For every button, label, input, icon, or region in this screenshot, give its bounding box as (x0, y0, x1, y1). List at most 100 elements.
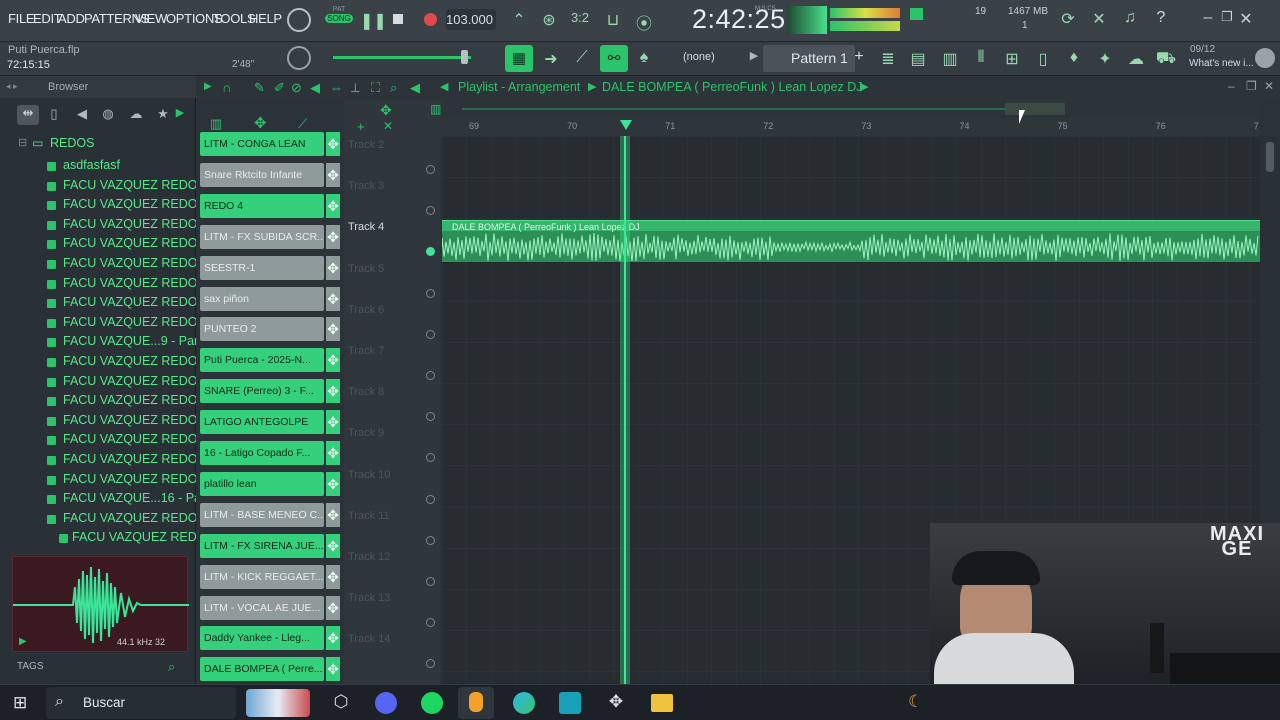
browser-item[interactable]: FACU VAZQUE...9 - Part_1 (63, 334, 216, 348)
channel-move-icon[interactable]: ✥ (326, 379, 340, 404)
playhead[interactable] (624, 136, 626, 684)
restore-icon[interactable]: ❐ (1219, 9, 1235, 25)
track-name[interactable]: Track 3 (348, 180, 384, 192)
fl-studio-taskbar-button[interactable] (458, 687, 494, 719)
track-move-icon[interactable]: ✥ (380, 102, 392, 119)
browser-folder-redos[interactable]: REDOS (50, 136, 94, 150)
channel-button[interactable]: Daddy Yankee - Lleg... (200, 626, 324, 651)
channel-move-icon[interactable]: ✥ (326, 626, 340, 651)
piano-roll-icon[interactable]: ▦ (505, 45, 533, 72)
track-mute-icon[interactable] (426, 535, 435, 545)
channel-move-icon[interactable]: ✥ (326, 255, 340, 280)
track-grid-icon[interactable]: ▥ (430, 102, 441, 116)
paint-icon[interactable]: ✐ (274, 80, 285, 96)
remove-track-icon[interactable]: ✕ (383, 119, 393, 133)
master-volume-knob[interactable] (287, 8, 311, 32)
track-name[interactable]: Track 5 (348, 263, 384, 275)
playlist-menu-icon[interactable]: ▶ (204, 81, 212, 92)
browser-item[interactable]: FACU VAZQUEZ REDO 5 (63, 256, 208, 270)
channel-button[interactable]: Puti Puerca - 2025-N... (200, 348, 324, 373)
globe-icon[interactable]: ◍ (100, 106, 116, 122)
refresh-icon[interactable]: ⟳ (1058, 9, 1078, 29)
track-name[interactable]: Track 7 (348, 345, 384, 357)
channel-move-icon[interactable]: ✥ (326, 471, 340, 496)
channel-move-icon[interactable]: ✥ (326, 193, 340, 218)
tools-icon[interactable]: ✕ (1089, 9, 1109, 29)
track-mute-icon[interactable] (426, 659, 435, 669)
channel-button[interactable]: DALE BOMPEA ( Perre... (200, 657, 324, 682)
files-icon[interactable]: ▯ (46, 106, 62, 122)
speaker-icon[interactable]: ◀ (74, 106, 90, 122)
track-name[interactable]: Track 10 (348, 469, 390, 481)
browser-item[interactable]: FACU VAZQUEZ REDO 11 (63, 393, 214, 407)
channel-button[interactable]: REDO 4 (200, 193, 324, 218)
track-mute-icon[interactable] (426, 288, 435, 298)
channel-button[interactable]: LITM - FX SUBIDA SCR... (200, 224, 324, 249)
scroll-right-icon[interactable]: ▶ (175, 106, 185, 119)
channel-button[interactable]: LITM - VOCAL AE JUE... (200, 595, 324, 620)
folder-expand-icon[interactable]: ⊟ (18, 136, 27, 149)
timeline-ruler[interactable]: 69 70 71 72 73 74 75 76 7 (442, 118, 1260, 136)
taskbar-widget[interactable] (246, 689, 310, 717)
help-icon[interactable]: ? (1151, 9, 1171, 27)
playlist-overview[interactable] (442, 100, 1260, 118)
channel-move-icon[interactable]: ✥ (326, 564, 340, 589)
wait-input-icon[interactable]: ⊛ (538, 10, 560, 30)
mixer-icon[interactable]: ♠ (633, 49, 655, 67)
audio-clip[interactable]: DALE BOMPEA ( PerreoFunk ) Lean Lopez DJ (442, 220, 1260, 262)
news-text[interactable]: What's new i... (1189, 58, 1254, 69)
spotify-icon[interactable] (421, 692, 443, 714)
select-icon[interactable]: ⛶ (371, 80, 380, 96)
pattern-selector[interactable]: Pattern 1 (763, 45, 855, 72)
minimize-icon[interactable]: – (1200, 9, 1216, 27)
master-volume-slider[interactable] (333, 56, 471, 59)
browser-menu-icon[interactable]: ◂ ▸ (6, 81, 18, 92)
browser-item[interactable]: FACU VAZQUEZ REDO 14 (63, 452, 215, 466)
channel-button[interactable]: SEESTR-1 (200, 255, 324, 280)
weather-moon-icon[interactable]: ☾ (908, 692, 928, 712)
track-name[interactable]: Track 2 (348, 139, 384, 151)
track-name[interactable]: Track 14 (348, 633, 390, 645)
channel-move-icon[interactable]: ✥ (326, 441, 340, 465)
track-name[interactable]: Track 12 (348, 551, 390, 563)
browser-item[interactable]: FACU VAZQUEZ REDO 8 (63, 315, 208, 329)
channel-move-icon[interactable]: ✥ (326, 132, 340, 156)
all-files-icon[interactable]: ⇹ (17, 105, 39, 125)
browser-view-icon[interactable]: ⊞ (1001, 49, 1023, 69)
track-name[interactable]: Track 13 (348, 592, 390, 604)
track-name[interactable]: Track 8 (348, 386, 384, 398)
breadcrumb-left-icon[interactable]: ◀ (440, 80, 448, 93)
channel-button[interactable]: SNARE (Perreo) 3 - F... (200, 379, 324, 404)
channel-move-icon[interactable]: ✥ (326, 224, 340, 249)
windows-start-icon[interactable]: ⊞ (13, 694, 31, 712)
close-icon[interactable]: ✕ (1238, 9, 1254, 29)
snap-selector[interactable]: (none) (683, 51, 715, 63)
browser-item[interactable]: FACU VAZQUEZ REDO 13 (63, 432, 215, 446)
channel-button[interactable]: PUNTEO 2 (200, 317, 324, 342)
cart-icon[interactable]: ⛟ (1155, 49, 1177, 69)
playlist-restore-icon[interactable]: ❐ (1246, 79, 1257, 93)
channel-rack-icon[interactable]: ▤ (907, 49, 929, 69)
add-track-icon[interactable]: + (357, 119, 365, 134)
channel-move-icon[interactable]: ✥ (326, 595, 340, 620)
playback-icon[interactable]: ◀ (410, 80, 420, 96)
tempo-display[interactable]: 103.000 (446, 9, 496, 30)
link-icon[interactable]: ⚯ (600, 45, 628, 72)
slider-handle[interactable] (461, 50, 468, 64)
browser-item[interactable]: FACU VAZQUEZ REDO 6 (63, 276, 208, 290)
loop-record-icon[interactable]: ⦿ (632, 10, 656, 34)
menu-view[interactable]: VIEW (135, 11, 167, 26)
stop-icon[interactable] (393, 14, 403, 24)
sample-preview[interactable]: 44.1 kHz 32 ▶ (12, 556, 189, 652)
track-mute-icon[interactable] (426, 494, 435, 504)
step-edit-icon[interactable]: ⊔ (601, 10, 625, 30)
mute-icon[interactable]: ◀ (310, 80, 320, 96)
browser-item[interactable]: FACU VAZQUEZ REDO 10 (63, 374, 215, 388)
channel-button[interactable]: LITM - FX SIRENA JUE... (200, 533, 324, 558)
browser-item[interactable]: asdfasfasf (63, 158, 120, 172)
scrollbar-thumb[interactable] (1266, 142, 1274, 172)
search-icon[interactable]: ⌕ (168, 659, 175, 675)
playlist-icon[interactable]: ≣ (877, 49, 899, 69)
breadcrumb-right-icon[interactable]: ▶ (860, 80, 868, 93)
channel-move-icon[interactable]: ✥ (326, 502, 340, 527)
